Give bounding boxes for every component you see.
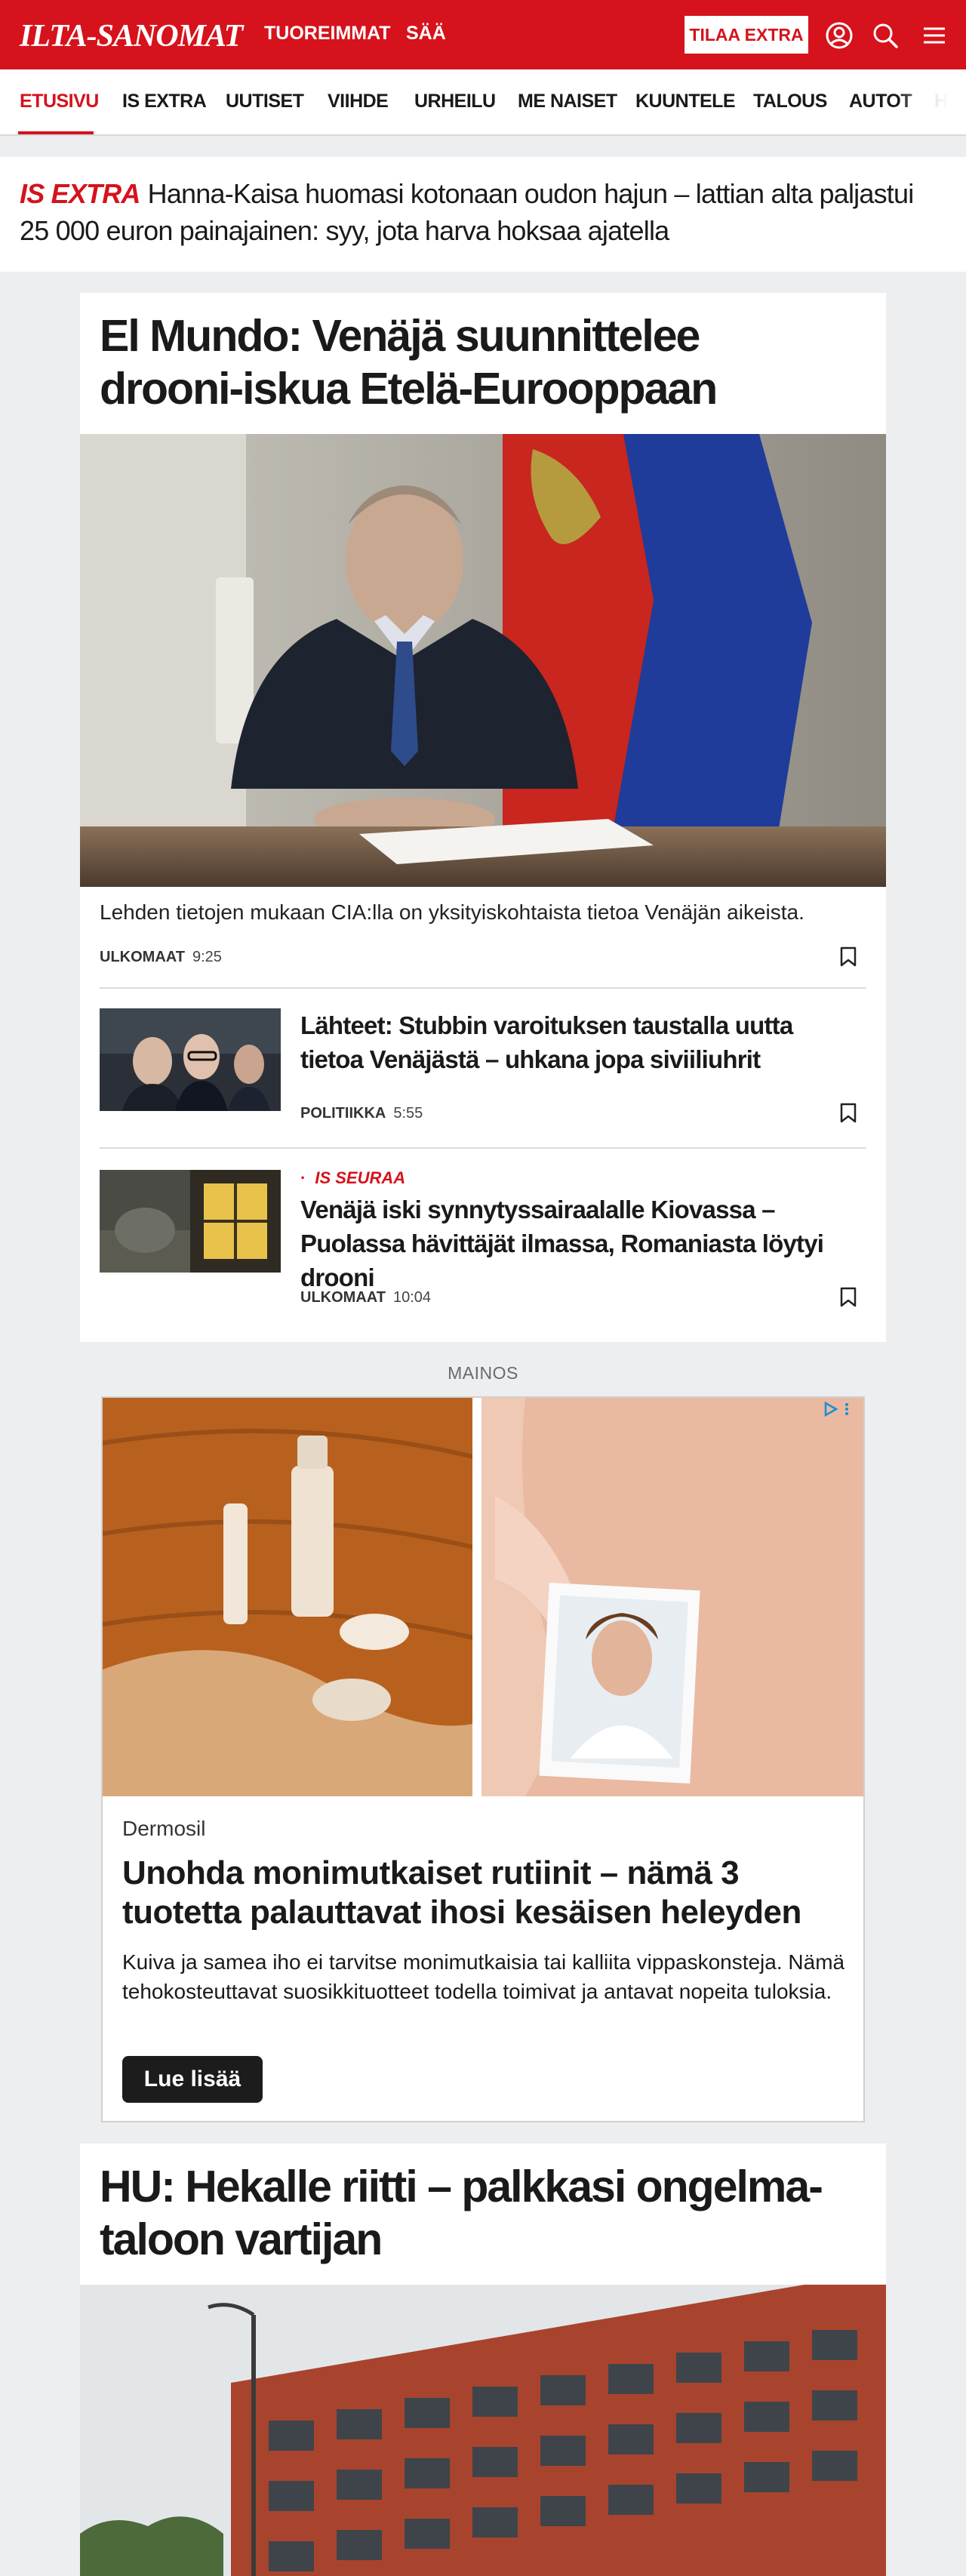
related-2-kicker: · IS SEURAA xyxy=(300,1168,405,1188)
extra-title[interactable]: Hanna-Kaisa huomasi kotonaan oudon hajun… xyxy=(20,178,914,246)
related-1-category[interactable]: POLITIIKKA xyxy=(300,1105,386,1122)
related-2-category[interactable]: ULKOMAAT xyxy=(300,1289,386,1306)
related-2-time: 10:04 xyxy=(392,1289,432,1306)
ad-choices-icon[interactable] xyxy=(823,1401,853,1417)
ad-brand: Dermosil xyxy=(122,1817,206,1840)
related-2-meta: ULKOMAAT 10:04 xyxy=(300,1289,431,1306)
bookmark-icon[interactable] xyxy=(839,1287,857,1308)
main-article-photo[interactable] xyxy=(80,434,886,887)
section-kuuntele[interactable]: KUUNTELE xyxy=(635,91,736,112)
user-icon[interactable] xyxy=(822,18,857,53)
section-me-naiset[interactable]: ME NAISET xyxy=(518,91,617,112)
divider xyxy=(100,1147,866,1149)
subscribe-button[interactable]: TILAA EXTRA xyxy=(685,16,808,54)
nav-tuoreimmat[interactable]: TUOREIMMAT xyxy=(264,23,391,45)
ad-body: Kuiva ja samea iho ei tarvitse monimutka… xyxy=(122,1950,845,2003)
extra-kicker: IS EXTRA xyxy=(20,178,140,209)
main-category[interactable]: ULKOMAAT xyxy=(100,949,185,965)
main-lead: Lehden tietojen mukaan CIA:lla on yksity… xyxy=(100,900,804,924)
top-bar: ILTA-SANOMAT TUOREIMMAT SÄÄ TILAA EXTRA xyxy=(0,0,966,69)
related-1-title[interactable]: Lähteet: Stubbin varoituksen taustalla u… xyxy=(300,1008,859,1076)
live-dot-icon: · xyxy=(300,1168,306,1187)
main-article-card: El Mundo: Venäjä suunnittelee drooni-isk… xyxy=(80,293,886,1342)
section-etusivu[interactable]: ETUSIVU xyxy=(20,91,99,112)
section-is-extra[interactable]: IS EXTRA xyxy=(122,91,207,112)
section-talous[interactable]: TALOUS xyxy=(753,91,827,112)
site-logo[interactable]: ILTA-SANOMAT xyxy=(20,18,243,54)
second-headline[interactable]: HU: Hekalle riitti – palkkasi ongelma-ta… xyxy=(80,2160,865,2266)
related-1-time: 5:55 xyxy=(393,1105,423,1122)
nav-fade xyxy=(898,69,966,134)
ad-cta-button[interactable]: Lue lisää xyxy=(122,2056,263,2103)
bookmark-icon[interactable] xyxy=(839,1103,857,1124)
bookmark-icon[interactable] xyxy=(839,946,857,968)
active-section-indicator xyxy=(18,131,94,134)
divider xyxy=(100,987,866,989)
section-viihde[interactable]: VIIHDE xyxy=(328,91,389,112)
section-nav: ETUSIVU IS EXTRA UUTISET VIIHDE URHEILU … xyxy=(0,69,966,136)
section-urheilu[interactable]: URHEILU xyxy=(414,91,496,112)
related-2-kicker-text: IS SEURAA xyxy=(315,1168,406,1187)
ad-container[interactable]: Dermosil Unohda monimutkaiset rutiinit –… xyxy=(101,1396,865,2122)
second-article-photo[interactable] xyxy=(80,2285,886,2576)
related-2-title[interactable]: Venäjä iski synnytyssairaalalle Kiovassa… xyxy=(300,1193,859,1294)
nav-saa[interactable]: SÄÄ xyxy=(406,23,446,45)
menu-icon[interactable] xyxy=(917,18,952,53)
related-2-thumbnail[interactable] xyxy=(100,1170,281,1273)
ad-title[interactable]: Unohda monimutkaiset rutiinit – nämä 3 t… xyxy=(122,1854,847,1932)
related-1-meta: POLITIIKKA 5:55 xyxy=(300,1105,423,1122)
main-headline[interactable]: El Mundo: Venäjä suunnittelee drooni-isk… xyxy=(80,309,865,415)
ad-label: MAINOS xyxy=(448,1363,518,1383)
extra-promo[interactable]: IS EXTRA Hanna-Kaisa huomasi kotonaan oud… xyxy=(0,157,966,272)
ad-image[interactable] xyxy=(103,1398,863,1796)
section-uutiset[interactable]: UUTISET xyxy=(226,91,304,112)
search-icon[interactable] xyxy=(868,18,903,53)
related-1-thumbnail[interactable] xyxy=(100,1008,281,1111)
second-article-card: HU: Hekalle riitti – palkkasi ongelma-ta… xyxy=(80,2144,886,2576)
main-meta: ULKOMAAT 9:25 xyxy=(100,949,222,966)
main-time: 9:25 xyxy=(192,949,222,965)
